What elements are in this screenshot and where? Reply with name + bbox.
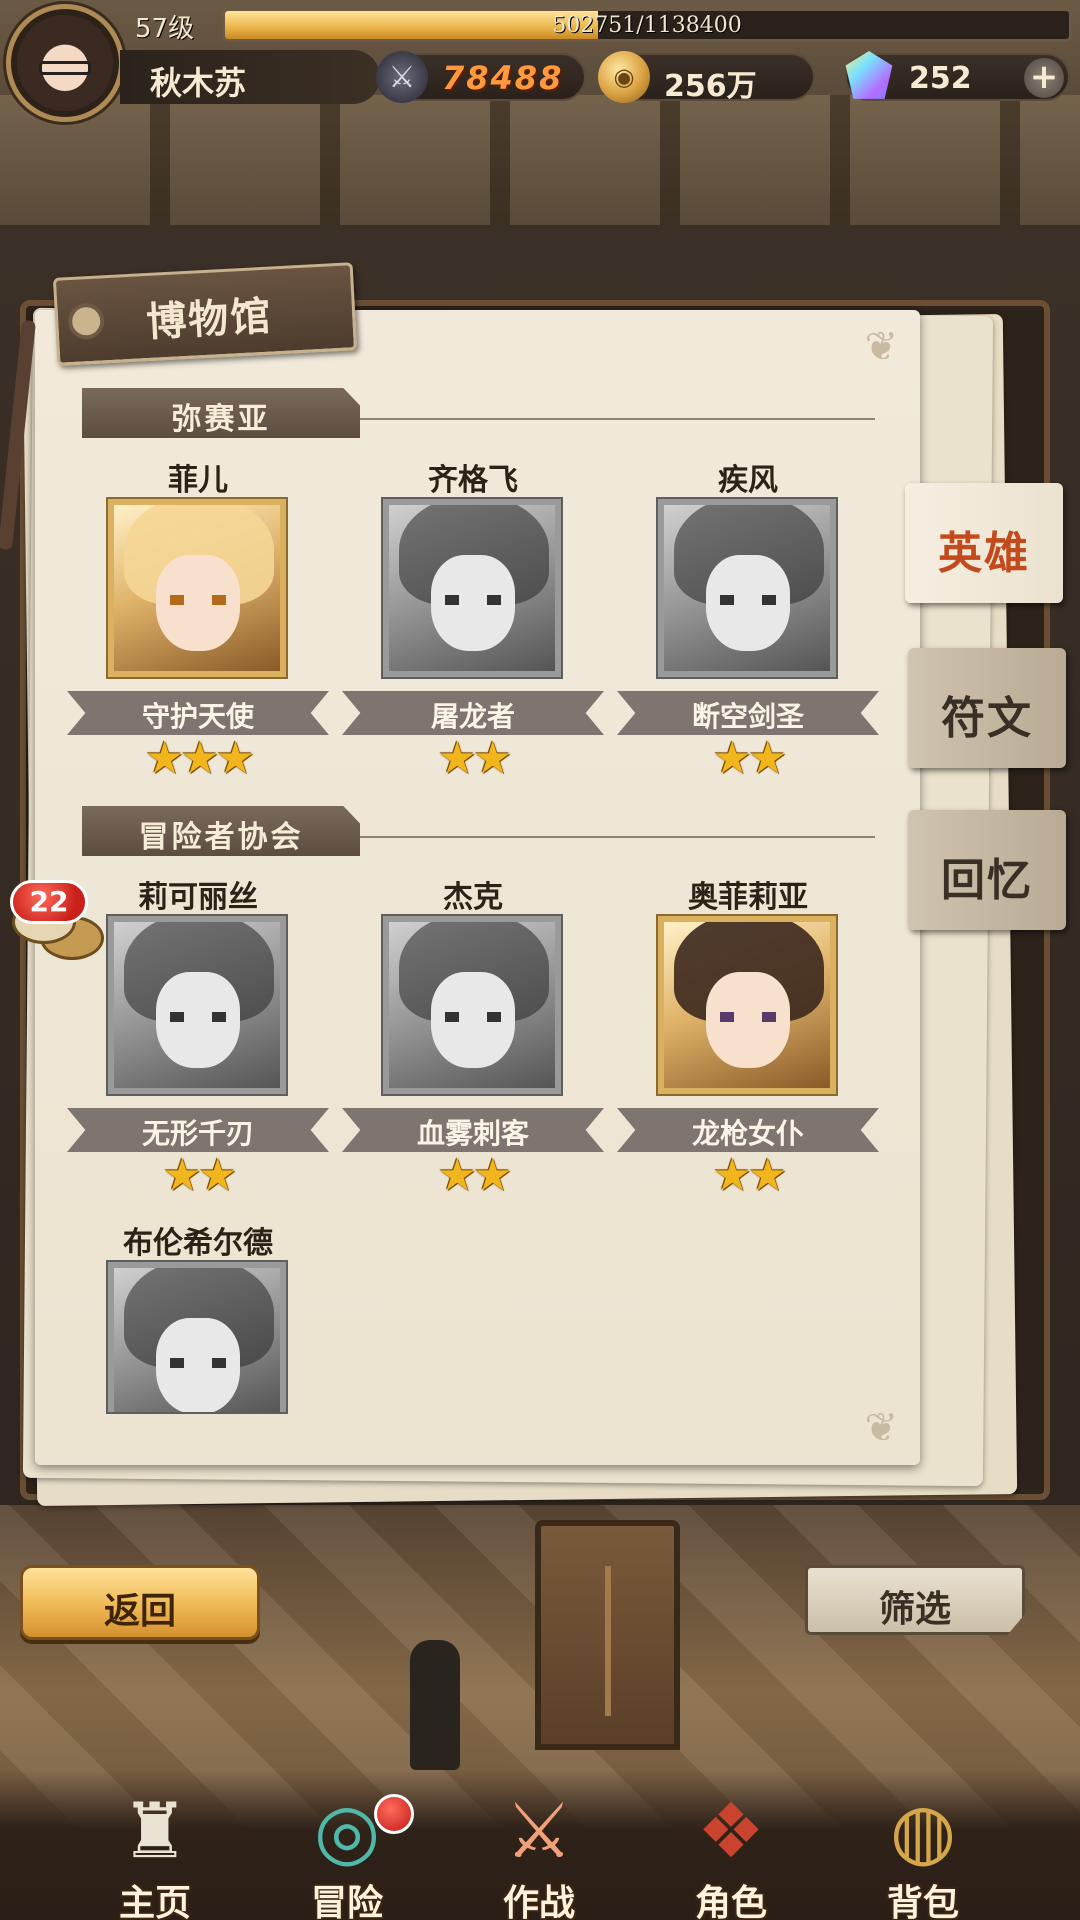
tag-ring-icon — [67, 302, 106, 341]
book-icon: ❖ — [696, 1785, 766, 1875]
gem-counter[interactable]: 252 + — [845, 51, 1070, 101]
hero-name: 布伦希尔德 — [123, 1226, 273, 1261]
gold-value: 256万 — [664, 69, 757, 104]
star-rating: ★★★ — [144, 733, 255, 784]
hero-name: 齐格飞 — [428, 463, 518, 498]
hero-title-ribbon: 断空剑圣 — [617, 691, 879, 735]
combat-power-value: 78488 — [442, 59, 564, 97]
page-ornament-icon: ❦ — [864, 324, 898, 370]
player-name: 秋木苏 — [150, 64, 247, 102]
hero-portrait — [383, 499, 561, 677]
name-plate: 秋木苏 — [120, 50, 380, 104]
star-rating: ★★ — [162, 1150, 238, 1201]
nav-label: 背包 — [886, 1883, 959, 1920]
hero-title: 龙枪女仆 — [691, 1117, 804, 1150]
hero-title-ribbon: 无形千刃 — [67, 1108, 329, 1152]
hero-title: 血雾刺客 — [416, 1117, 529, 1150]
tab-heroes[interactable]: 英雄 — [905, 483, 1063, 603]
hero-title: 屠龙者 — [430, 700, 515, 733]
nav-adventure[interactable]: ◎ 冒险 — [262, 1770, 432, 1920]
hero-name: 杰克 — [443, 880, 503, 915]
back-button[interactable]: 返回 — [20, 1565, 260, 1640]
chat-unread-badge: 22 — [10, 880, 88, 924]
tab-label: 英雄 — [938, 528, 1030, 579]
star-rating: ★★ — [712, 733, 788, 784]
hero-name: 奥菲莉亚 — [688, 880, 808, 915]
museum-title-tag: 博物馆 — [52, 262, 358, 366]
hero-name: 菲儿 — [168, 463, 228, 498]
avatar-glasses — [39, 61, 91, 75]
nav-label: 主页 — [118, 1883, 191, 1920]
star-rating: ★★ — [712, 1150, 788, 1201]
gold-counter[interactable]: ◉ 256万 — [598, 51, 815, 104]
hero-card[interactable]: 菲儿 守护天使 ★★★ — [67, 455, 329, 781]
nav-label: 角色 — [694, 1883, 767, 1920]
hero-title-ribbon: 屠龙者 — [342, 691, 604, 735]
nav-home[interactable]: ♜ 主页 — [70, 1770, 240, 1920]
backpack-icon: ◍ — [889, 1785, 957, 1875]
hero-portrait — [108, 1262, 286, 1412]
grandfather-clock — [535, 1520, 680, 1750]
nav-battle[interactable]: ⚔ 作战 — [454, 1770, 624, 1920]
back-button-label: 返回 — [103, 1591, 176, 1632]
player-level: 57级 — [135, 14, 195, 44]
hero-title-ribbon: 血雾刺客 — [342, 1108, 604, 1152]
gem-value: 252 — [909, 61, 972, 96]
hero-title-ribbon: 龙枪女仆 — [617, 1108, 879, 1152]
crossed-swords-icon: ⚔ — [376, 51, 428, 103]
gold-coin-icon: ◉ — [598, 51, 650, 103]
exp-text: 502751/1138400 — [552, 13, 742, 38]
hero-card[interactable]: 莉可丽丝 无形千刃 ★★ — [67, 872, 329, 1198]
star-rating: ★★ — [437, 1150, 513, 1201]
section-header-adventurers-guild: 冒险者协会 — [82, 806, 360, 856]
section-divider — [360, 836, 875, 838]
add-gems-button[interactable]: + — [1024, 58, 1064, 98]
tab-label: 符文 — [941, 693, 1033, 744]
hero-title-ribbon: 守护天使 — [67, 691, 329, 735]
section-divider — [360, 418, 875, 420]
hero-portrait — [658, 916, 836, 1094]
hero-card[interactable]: 齐格飞 屠龙者 ★★ — [342, 455, 604, 781]
hero-title: 守护天使 — [141, 700, 254, 733]
battle-icon: ⚔ — [504, 1785, 574, 1875]
hero-card[interactable]: 布伦希尔德 — [73, 1218, 323, 1418]
hero-title: 断空剑圣 — [691, 700, 804, 733]
player-character — [410, 1640, 460, 1770]
filter-button-label: 筛选 — [878, 1589, 951, 1630]
hero-portrait — [383, 916, 561, 1094]
top-status-bar: 57级 502751/1138400 秋木苏 ⚔ 78488 ◉ 256万 25… — [0, 0, 1080, 122]
tab-runes[interactable]: 符文 — [908, 648, 1066, 768]
tab-memories[interactable]: 回忆 — [908, 810, 1066, 930]
hero-portrait — [658, 499, 836, 677]
nav-label: 冒险 — [310, 1883, 383, 1920]
section-label: 弥赛亚 — [171, 402, 271, 437]
page-title: 博物馆 — [145, 292, 274, 347]
hero-card[interactable]: 奥菲莉亚 龙枪女仆 ★★ — [617, 872, 879, 1198]
section-label: 冒险者协会 — [138, 820, 304, 855]
castle-icon: ♜ — [120, 1785, 190, 1875]
nav-character[interactable]: ❖ 角色 — [646, 1770, 816, 1920]
filter-button[interactable]: 筛选 — [805, 1565, 1025, 1635]
hero-name: 莉可丽丝 — [138, 880, 258, 915]
nav-label: 作战 — [502, 1883, 575, 1920]
combat-power: ⚔ 78488 — [376, 51, 586, 103]
player-avatar[interactable] — [6, 4, 124, 122]
hero-portrait — [108, 499, 286, 677]
section-header-messiah: 弥赛亚 — [82, 388, 360, 438]
notification-dot — [374, 1794, 414, 1834]
exp-bar: 502751/1138400 — [222, 8, 1072, 42]
nav-backpack[interactable]: ◍ 背包 — [838, 1770, 1008, 1920]
page-ornament-icon: ❦ — [864, 1405, 898, 1451]
hero-name: 疾风 — [718, 463, 778, 498]
tab-label: 回忆 — [941, 855, 1033, 906]
hero-portrait — [108, 916, 286, 1094]
hero-title: 无形千刃 — [141, 1117, 254, 1150]
hero-card[interactable]: 疾风 断空剑圣 ★★ — [617, 455, 879, 781]
hero-card[interactable]: 杰克 血雾刺客 ★★ — [342, 872, 604, 1198]
star-rating: ★★ — [437, 733, 513, 784]
gem-icon — [845, 51, 893, 99]
